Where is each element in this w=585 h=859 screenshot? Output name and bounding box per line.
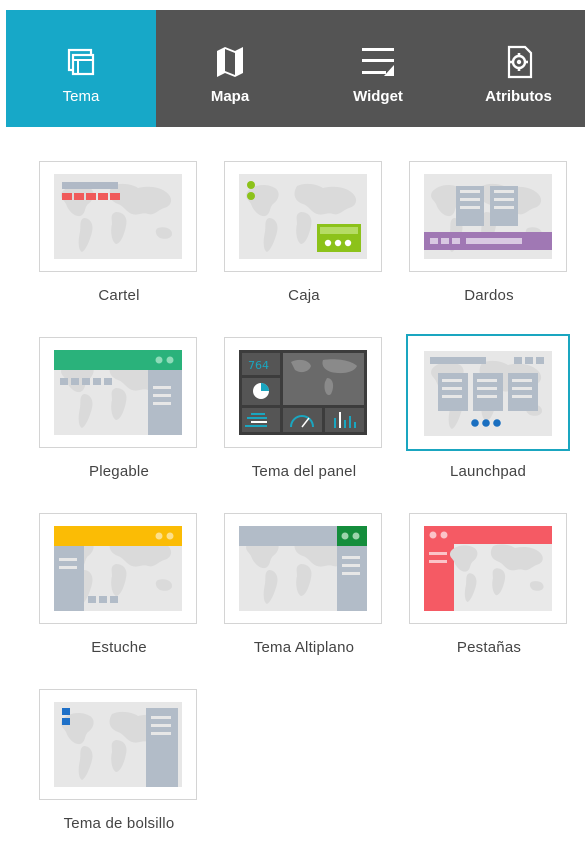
launchpad-theme-thumbnail [424,351,552,436]
theme-card-pestanas[interactable]: Pestañas [409,513,569,656]
billboard-theme-thumbnail [54,174,182,259]
theme-label: Dardos [464,287,514,304]
theme-label: Tema del panel [251,463,357,480]
panel-counter: 764 [248,359,269,372]
theme-card-launchpad[interactable]: Launchpad [406,334,570,480]
theme-card-caja[interactable]: Caja [224,161,384,304]
pocket-theme-thumbnail [54,702,182,787]
theme-thumbnail-frame [409,161,567,272]
theme-thumbnail-frame [406,334,570,451]
box-theme-thumbnail [239,174,367,259]
tab-theme-thumbnail [424,526,552,611]
theme-label: Estuche [91,639,147,656]
theme-thumbnail-frame [224,513,382,624]
theme-label: Plegable [89,463,149,480]
foldable-theme-thumbnail [54,350,182,435]
theme-card-tema-altiplano[interactable]: Tema Altiplano [224,513,384,656]
theme-card-plegable[interactable]: Plegable [39,337,199,480]
theme-card-cartel[interactable]: Cartel [39,161,199,304]
theme-label: Pestañas [456,639,522,656]
theme-card-tema-de-bolsillo[interactable]: Tema de bolsillo [39,689,199,832]
theme-thumbnail-frame [39,513,197,624]
theme-thumbnail-frame [39,337,197,448]
dart-theme-thumbnail [424,174,552,259]
theme-card-dardos[interactable]: Dardos [409,161,569,304]
theme-thumbnail-frame [39,161,197,272]
theme-thumbnail-frame [39,689,197,800]
jewelry-box-theme-thumbnail [54,526,182,611]
theme-card-tema-del-panel[interactable]: 764 Tema del panel [224,337,384,480]
theme-thumbnail-frame [409,513,567,624]
theme-label: Launchpad [449,463,527,480]
theme-thumbnail-frame: 764 [224,337,382,448]
theme-label: Cartel [98,287,140,304]
theme-grid: Cartel Caja Dardos Plegable 764 Tema del… [0,0,585,859]
theme-label: Caja [288,287,320,304]
plateau-theme-thumbnail [239,526,367,611]
theme-label: Tema de bolsillo [63,815,175,832]
theme-thumbnail-frame [224,161,382,272]
theme-label: Tema Altiplano [253,639,355,656]
theme-card-estuche[interactable]: Estuche [39,513,199,656]
dashboard-theme-thumbnail: 764 [239,350,367,435]
